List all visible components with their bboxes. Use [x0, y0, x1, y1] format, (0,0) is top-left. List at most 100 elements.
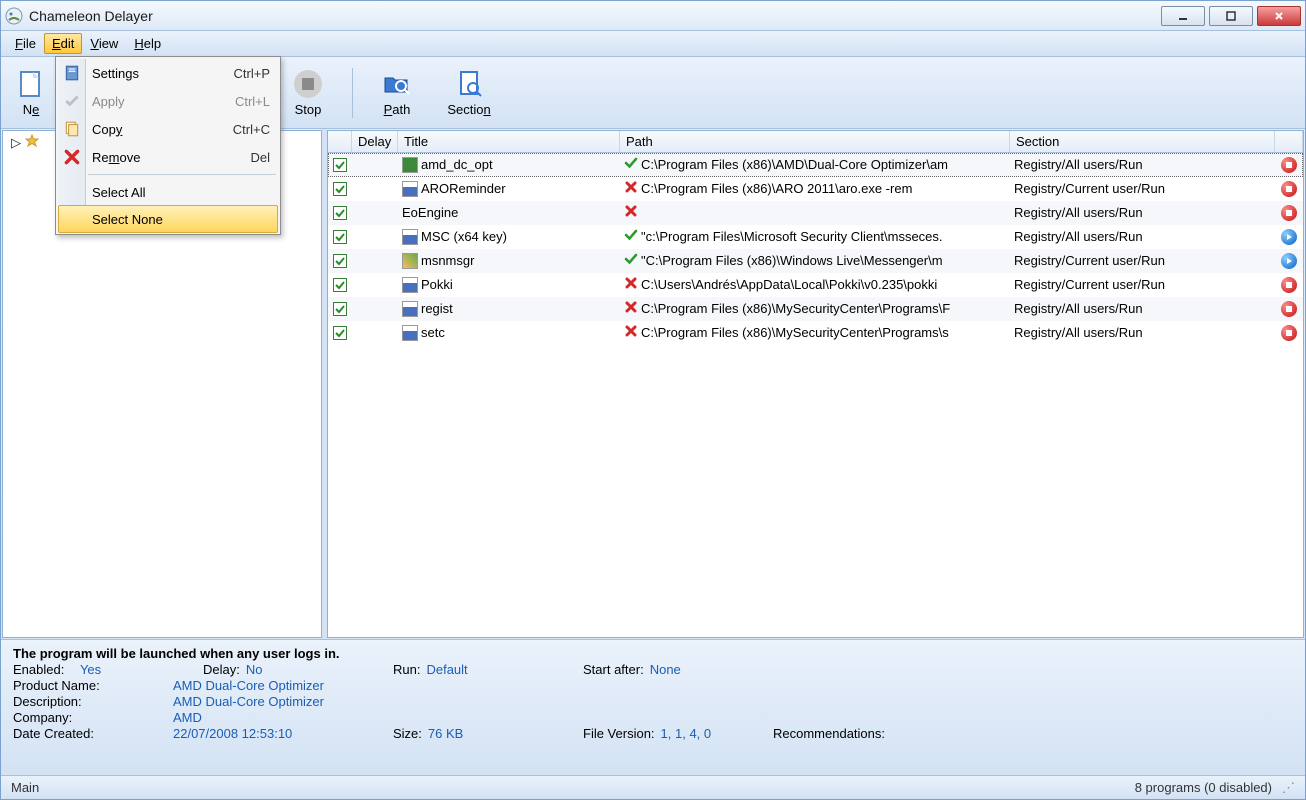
menu-file[interactable]: File — [7, 33, 44, 54]
app-file-icon — [402, 157, 418, 173]
main-grid: Delay Title Path Section amd_dc_optC:\Pr… — [327, 130, 1304, 638]
delay-value[interactable]: No — [246, 662, 263, 677]
table-row[interactable]: msnmsgr "C:\Program Files (x86)\Windows L… — [328, 249, 1303, 273]
filever-label: File Version: — [583, 726, 655, 741]
resize-grip-icon[interactable]: ⋰ — [1282, 780, 1295, 796]
menu-select-none[interactable]: Select None — [58, 205, 278, 233]
product-value[interactable]: AMD Dual-Core Optimizer — [173, 678, 324, 693]
row-title: Pokki — [421, 277, 453, 292]
row-checkbox[interactable] — [333, 254, 347, 268]
menu-remove[interactable]: Remove Del — [58, 143, 278, 171]
maximize-button[interactable] — [1209, 6, 1253, 26]
menu-edit[interactable]: Edit — [44, 33, 82, 54]
row-checkbox[interactable] — [333, 302, 347, 316]
remove-icon — [63, 148, 81, 166]
size-label: Size: — [393, 726, 422, 741]
app-file-icon — [402, 301, 418, 317]
table-row[interactable]: MSC (x64 key)"c:\Program Files\Microsoft… — [328, 225, 1303, 249]
grid-header: Delay Title Path Section — [328, 131, 1303, 153]
row-title: AROReminder — [421, 181, 506, 196]
col-path[interactable]: Path — [620, 131, 1010, 152]
company-label: Company: — [13, 710, 72, 725]
enabled-value[interactable]: Yes — [80, 662, 101, 677]
row-checkbox[interactable] — [333, 230, 347, 244]
date-value[interactable]: 22/07/2008 12:53:10 — [173, 726, 363, 741]
row-checkbox[interactable] — [333, 182, 347, 196]
tool-path[interactable]: Path — [365, 62, 429, 124]
menu-view[interactable]: View — [82, 33, 126, 54]
col-title[interactable]: Title — [398, 131, 620, 152]
tool-new-label: Ne — [23, 102, 40, 117]
table-row[interactable]: EoEngineRegistry/All users/Run — [328, 201, 1303, 225]
row-checkbox[interactable] — [333, 158, 347, 172]
desc-value[interactable]: AMD Dual-Core Optimizer — [173, 694, 324, 709]
status-stop-icon — [1281, 157, 1297, 173]
fail-icon — [624, 276, 638, 293]
status-stop-icon — [1281, 301, 1297, 317]
run-label: Run: — [393, 662, 420, 677]
expand-icon[interactable]: ▷ — [11, 135, 21, 151]
status-stop-icon — [1281, 277, 1297, 293]
settings-icon — [63, 64, 81, 82]
row-checkbox[interactable] — [333, 278, 347, 292]
status-stop-icon — [1281, 181, 1297, 197]
grid-body[interactable]: amd_dc_optC:\Program Files (x86)\AMD\Dua… — [328, 153, 1303, 637]
product-label: Product Name: — [13, 678, 100, 693]
stop-icon — [292, 68, 324, 100]
menu-help[interactable]: Help — [126, 33, 169, 54]
col-check[interactable] — [328, 131, 352, 152]
date-label: Date Created: — [13, 726, 94, 741]
app-file-icon — [402, 253, 418, 269]
app-window: Chameleon Delayer File Edit View Help Se… — [0, 0, 1306, 800]
start-label: Start after: — [583, 662, 644, 677]
status-play-icon — [1281, 253, 1297, 269]
table-row[interactable]: setcC:\Program Files (x86)\MySecurityCen… — [328, 321, 1303, 345]
menu-settings[interactable]: Settings Ctrl+P — [58, 59, 278, 87]
tool-section[interactable]: Section — [437, 62, 501, 124]
table-row[interactable]: AROReminderC:\Program Files (x86)\ARO 20… — [328, 177, 1303, 201]
company-value[interactable]: AMD — [173, 710, 202, 725]
statusbar: Main 8 programs (0 disabled) ⋰ — [1, 775, 1305, 799]
filever-value[interactable]: 1, 1, 4, 0 — [661, 726, 712, 741]
row-path: C:\Users\Andrés\AppData\Local\Pokki\v0.2… — [641, 277, 937, 292]
table-row[interactable]: registC:\Program Files (x86)\MySecurityC… — [328, 297, 1303, 321]
menu-select-none-label: Select None — [92, 212, 163, 227]
menu-apply[interactable]: Apply Ctrl+L — [58, 87, 278, 115]
tool-stop[interactable]: Stop — [276, 62, 340, 124]
row-path: "C:\Program Files (x86)\Windows Live\Mes… — [641, 253, 943, 268]
row-section: Registry/All users/Run — [1014, 229, 1143, 244]
close-button[interactable] — [1257, 6, 1301, 26]
row-checkbox[interactable] — [333, 326, 347, 340]
fail-icon — [624, 300, 638, 317]
folder-search-icon — [381, 68, 413, 100]
row-path: C:\Program Files (x86)\MySecurityCenter\… — [641, 301, 950, 316]
row-title: setc — [421, 325, 445, 340]
row-title: msnmsgr — [421, 253, 474, 268]
col-status[interactable] — [1275, 131, 1303, 152]
col-delay[interactable]: Delay — [352, 131, 398, 152]
fail-icon — [624, 180, 638, 197]
table-row[interactable]: Pokki C:\Users\Andrés\AppData\Local\Pokki… — [328, 273, 1303, 297]
app-file-icon — [402, 181, 418, 197]
window-title: Chameleon Delayer — [29, 8, 1161, 24]
size-value[interactable]: 76 KB — [428, 726, 463, 741]
col-section[interactable]: Section — [1010, 131, 1275, 152]
run-value[interactable]: Default — [426, 662, 467, 677]
ok-icon — [624, 252, 638, 269]
row-title: amd_dc_opt — [421, 157, 493, 172]
table-row[interactable]: amd_dc_optC:\Program Files (x86)\AMD\Dua… — [328, 153, 1303, 177]
fail-icon — [624, 324, 638, 341]
row-checkbox[interactable] — [333, 206, 347, 220]
menu-copy-shortcut: Ctrl+C — [233, 122, 270, 137]
menu-apply-shortcut: Ctrl+L — [235, 94, 270, 109]
desc-label: Description: — [13, 694, 82, 709]
start-value[interactable]: None — [650, 662, 681, 677]
tool-new[interactable]: Ne — [11, 62, 51, 124]
ok-icon — [624, 156, 638, 173]
menu-copy[interactable]: Copy Ctrl+C — [58, 115, 278, 143]
fail-icon — [624, 204, 638, 221]
menu-select-all-label: Select All — [92, 185, 145, 200]
app-file-icon — [402, 229, 418, 245]
menu-select-all[interactable]: Select All — [58, 178, 278, 206]
minimize-button[interactable] — [1161, 6, 1205, 26]
